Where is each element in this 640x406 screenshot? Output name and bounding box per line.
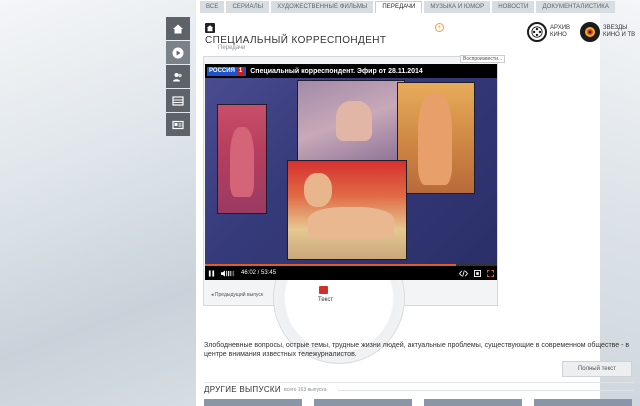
other-episodes-list [204, 399, 632, 406]
embed-code-icon[interactable] [459, 269, 468, 277]
tab-feature-films[interactable]: ХУДОЖЕСТВЕННЫЕ ФИЛЬМЫ [271, 1, 374, 13]
stars-label-line2: КИНО И ТВ [603, 32, 636, 38]
text-tab-label[interactable]: Текст [318, 297, 333, 303]
episode-description: Злободневные вопросы, острые темы, трудн… [204, 342, 630, 358]
category-tabs: ВСЕ СЕРИАЛЫ ХУДОЖЕСТВЕННЫЕ ФИЛЬМЫ ПЕРЕДА… [200, 1, 615, 13]
episode-thumbnail[interactable] [204, 399, 302, 406]
volume-icon[interactable] [221, 269, 235, 277]
poster-image [217, 104, 267, 214]
people-icon [173, 72, 182, 81]
total-time: 53:45 [261, 270, 277, 276]
video-player[interactable]: РОССИЯ 1 Специальный корреспондент. Эфир… [205, 64, 497, 280]
rail-people-button[interactable] [166, 65, 190, 88]
previous-episode-label: Предыдущий выпуск [214, 292, 264, 298]
video-title: Специальный корреспондент. Эфир от 28.11… [250, 67, 423, 75]
player-controls: 46:02 / 53:45 [205, 264, 497, 280]
rail-film-button[interactable] [166, 89, 190, 112]
progress-fill [205, 264, 457, 266]
home-icon [173, 24, 183, 33]
other-episodes-count: всего 163 выпуска [284, 387, 327, 393]
add-icon[interactable]: + [435, 23, 444, 32]
pause-icon[interactable] [208, 269, 215, 277]
document-icon[interactable] [319, 286, 328, 294]
video-header: РОССИЯ 1 Специальный корреспондент. Эфир… [205, 64, 497, 78]
rail-card-button[interactable] [166, 113, 190, 136]
other-episodes-title: ДРУГИЕ ВЫПУСКИ [204, 385, 281, 394]
channel-logo: РОССИЯ 1 [207, 66, 247, 76]
archive-label-line1: АРХИВ [550, 25, 571, 31]
full-text-button[interactable]: Полный текст [562, 361, 632, 377]
channel-logo-name: РОССИЯ [209, 67, 235, 74]
previous-episode-link[interactable]: ◂ Предыдущий выпуск [211, 292, 263, 298]
tab-documentary[interactable]: ДОКУМЕНТАЛИСТИКА [536, 1, 615, 13]
play-icon [172, 47, 184, 58]
side-rail [166, 17, 190, 137]
episode-thumbnail[interactable] [314, 399, 412, 406]
stars-logo-icon [580, 22, 600, 42]
archive-label-line2: КИНО [550, 32, 567, 38]
current-time: 46:02 [241, 270, 257, 276]
stars-label-line1: ЗВЕЗДЫ [603, 25, 628, 31]
tab-all[interactable]: ВСЕ [200, 1, 225, 13]
tab-news[interactable]: НОВОСТИ [492, 1, 535, 13]
rail-home-button[interactable] [166, 17, 190, 40]
poster-image [297, 80, 405, 162]
tab-series[interactable]: СЕРИАЛЫ [226, 1, 270, 13]
fullscreen-icon[interactable] [487, 269, 494, 277]
film-icon [172, 95, 184, 106]
settings-icon[interactable] [474, 269, 481, 277]
page-subtitle[interactable]: Передачи [218, 45, 245, 51]
video-frame [205, 78, 497, 264]
film-reel-icon [527, 22, 547, 42]
poster-image [287, 160, 407, 260]
home-icon [206, 25, 214, 32]
divider [338, 390, 634, 391]
divider [204, 382, 634, 383]
stars-link[interactable]: ЗВЕЗДЫ КИНО И ТВ [580, 22, 635, 42]
archive-link[interactable]: АРХИВ КИНО [527, 22, 570, 42]
channel-logo-number: 1 [236, 66, 245, 76]
card-icon [172, 120, 184, 129]
player-share-button[interactable]: Воспроизвести... [460, 55, 506, 63]
episode-thumbnail[interactable] [424, 399, 522, 406]
home-badge[interactable] [205, 23, 215, 33]
episode-thumbnail[interactable] [534, 399, 632, 406]
tab-music-humor[interactable]: МУЗЫКА И ЮМОР [424, 1, 491, 13]
poster-image [397, 82, 475, 194]
rail-play-button[interactable] [166, 41, 190, 64]
tab-programs[interactable]: ПЕРЕДАЧИ [375, 1, 423, 13]
progress-bar[interactable] [205, 264, 497, 266]
